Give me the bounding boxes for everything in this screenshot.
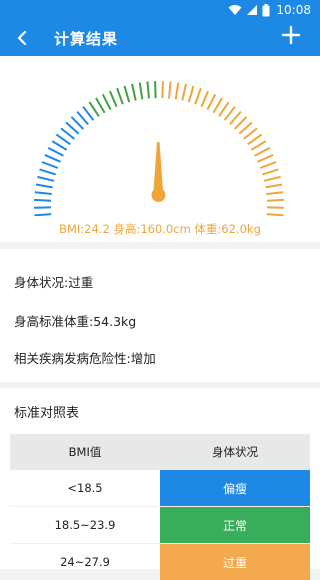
- gauge-tick: [169, 82, 171, 99]
- gauge-tick: [155, 81, 156, 98]
- chevron-left-icon: [16, 31, 28, 45]
- gauge-tick: [255, 148, 270, 156]
- result-info-card: 身体状况:过重 身高标准体重:54.3kg 相关疾病发病危险性:增加: [0, 249, 320, 382]
- gauge-tick: [182, 84, 186, 101]
- header-bmi: BMI值: [10, 434, 160, 470]
- gauge-tick: [213, 98, 222, 113]
- gauge-tick: [103, 94, 111, 109]
- gauge-tick: [34, 200, 51, 201]
- gauge-tick: [42, 162, 58, 168]
- gauge-tick: [77, 112, 88, 125]
- gauge-tick: [34, 214, 51, 215]
- gauge-tick: [132, 84, 136, 101]
- status-badge: 过重: [160, 544, 310, 580]
- gauge-tick: [56, 135, 70, 145]
- bmi-range: 18.5~23.9: [10, 507, 160, 543]
- gauge-tick: [260, 162, 276, 168]
- gauge-tick: [89, 102, 99, 116]
- gauge-tick: [201, 91, 208, 107]
- bmi-gauge: [0, 56, 320, 216]
- status-bar: 10:08: [0, 0, 320, 20]
- gauge-tick: [267, 214, 284, 215]
- gauge-tick: [195, 88, 201, 104]
- wifi-icon: [228, 4, 242, 16]
- table-header: BMI值 身体状况: [10, 434, 310, 470]
- gauge-tick: [117, 88, 123, 104]
- table-row: 24~27.9 过重: [10, 544, 310, 580]
- signal-icon: [246, 4, 258, 16]
- reference-table: BMI值 身体状况 <18.5 偏瘦 18.5~23.9 正常 24~27.9 …: [10, 434, 310, 580]
- disease-risk-text: 相关疾病发病危险性:增加: [14, 348, 156, 367]
- gauge-tick: [248, 135, 262, 145]
- gauge-tick: [162, 81, 163, 98]
- gauge-tick: [266, 192, 283, 194]
- table-row: 18.5~23.9 正常: [10, 507, 310, 543]
- gauge-tick: [251, 141, 265, 150]
- gauge-tick: [147, 82, 149, 99]
- gauge-tick: [40, 169, 56, 174]
- gauge-tick: [264, 177, 281, 181]
- gauge-tick: [258, 155, 274, 162]
- gauge-tick: [110, 91, 117, 107]
- gauge-tick: [48, 148, 63, 156]
- header-status: 身体状况: [160, 434, 310, 470]
- gauge-tick: [230, 112, 241, 125]
- add-icon[interactable]: [280, 24, 302, 46]
- battery-icon: [262, 4, 270, 17]
- page-title: 计算结果: [54, 28, 118, 49]
- gauge-tick: [45, 155, 61, 162]
- gauge-tick: [244, 128, 257, 139]
- status-badge: 正常: [160, 507, 310, 543]
- gauge-tick: [262, 169, 278, 174]
- bmi-range: 24~27.9: [10, 544, 160, 580]
- gauge-tick: [66, 122, 79, 133]
- table-row: <18.5 偏瘦: [10, 470, 310, 506]
- status-icons: [228, 3, 270, 17]
- gauge-tick: [208, 94, 216, 109]
- gauge-tick: [176, 83, 179, 100]
- gauge-tick: [235, 117, 247, 129]
- gauge-tick: [36, 185, 53, 188]
- standard-weight-text: 身高标准体重:54.3kg: [14, 311, 136, 330]
- gauge-tick: [96, 98, 105, 113]
- bmi-range: <18.5: [10, 470, 160, 506]
- app-bar: 计算结果: [0, 20, 320, 56]
- gauge-needle: [154, 142, 164, 190]
- gauge-tick: [140, 83, 143, 100]
- gauge-tick: [225, 107, 235, 121]
- reference-table-title: 标准对照表: [14, 402, 79, 421]
- gauge-tick: [35, 192, 52, 194]
- gauge-tick: [219, 102, 229, 116]
- bmi-gauge-card: BMI:24.2 身高:160.0cm 体重:62.0kg: [0, 56, 320, 242]
- gauge-tick: [37, 177, 54, 181]
- gauge-tick: [125, 86, 130, 102]
- back-button[interactable]: [12, 28, 32, 48]
- status-badge: 偏瘦: [160, 470, 310, 506]
- body-status-text: 身体状况:过重: [14, 272, 93, 291]
- gauge-tick: [267, 200, 284, 201]
- gauge-tick: [83, 107, 93, 121]
- gauge-needle-hub: [152, 188, 166, 202]
- gauge-caption: BMI:24.2 身高:160.0cm 体重:62.0kg: [0, 221, 320, 237]
- gauge-tick: [71, 117, 83, 129]
- status-time: 10:08: [276, 3, 311, 17]
- reference-table-card: 标准对照表 BMI值 身体状况 <18.5 偏瘦 18.5~23.9 正常 24…: [0, 388, 320, 569]
- gauge-tick: [265, 185, 282, 188]
- gauge-tick: [239, 122, 252, 133]
- gauge-tick: [52, 141, 66, 150]
- gauge-tick: [61, 128, 74, 139]
- gauge-tick: [189, 86, 194, 102]
